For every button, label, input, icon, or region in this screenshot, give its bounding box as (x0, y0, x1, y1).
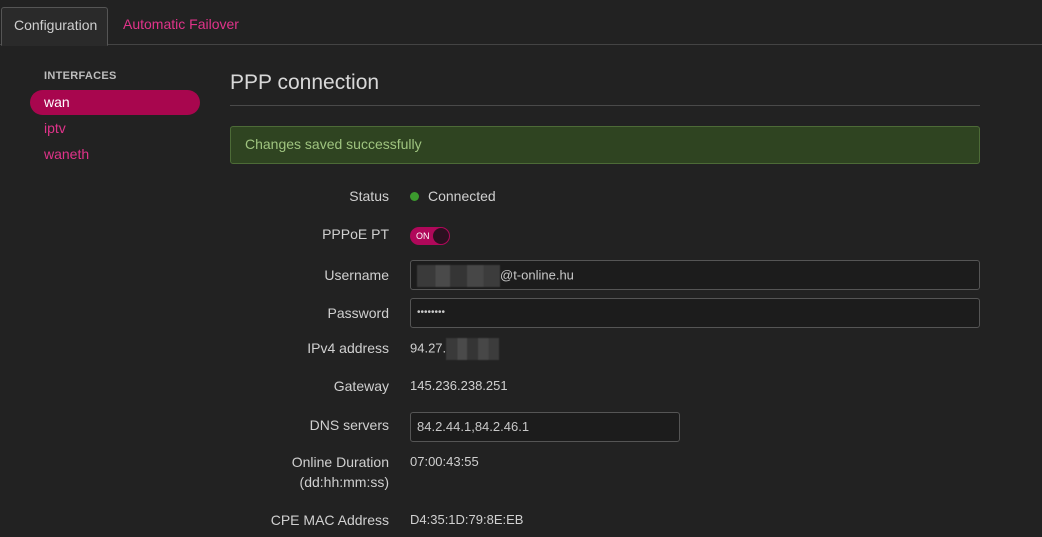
status-label: Status (349, 188, 389, 204)
duration-value: 07:00:43:55 (410, 454, 479, 469)
ipv4-value: 94.27. (410, 338, 500, 360)
status-value: Connected (410, 186, 496, 206)
tab-automatic-failover[interactable]: Automatic Failover (111, 7, 251, 46)
tab-configuration[interactable]: Configuration (1, 7, 108, 46)
mac-label: CPE MAC Address (270, 512, 389, 528)
ipv4-label: IPv4 address (307, 340, 389, 356)
success-alert: Changes saved successfully (230, 126, 980, 164)
username-label: Username (324, 267, 389, 283)
status-text: Connected (428, 188, 496, 204)
dns-label: DNS servers (309, 417, 389, 433)
pppoe-label: PPPoE PT (322, 226, 389, 242)
toggle-on-label: ON (416, 231, 430, 241)
redacted-username-image (417, 264, 500, 287)
password-label: Password (327, 305, 389, 321)
duration-label: Online Duration (dd:hh:mm:ss) (230, 452, 389, 492)
ipv4-prefix: 94.27. (410, 340, 447, 356)
password-input[interactable]: •••••••• (410, 298, 980, 328)
page-title: PPP connection (230, 70, 980, 106)
sidebar-heading: INTERFACES (44, 70, 117, 82)
main-panel: PPP connection Changes saved successfull… (230, 70, 980, 528)
interfaces-sidebar: INTERFACES wan iptv waneth (30, 70, 200, 168)
tab-bar: Configuration Automatic Failover (0, 0, 1042, 46)
mac-value: D4:35:1D:79:8E:EB (410, 512, 524, 527)
status-dot-icon (410, 192, 419, 201)
pppoe-toggle[interactable]: ON (410, 227, 450, 245)
sidebar-item-wan[interactable]: wan (30, 90, 200, 115)
duration-label-line1: Online Duration (291, 454, 389, 470)
dns-input[interactable]: 84.2.44.1,84.2.46.1 (410, 412, 680, 442)
username-suffix: @t-online.hu (500, 267, 574, 283)
gateway-value: 145.236.238.251 (410, 378, 508, 393)
toggle-knob (433, 228, 449, 244)
sidebar-item-waneth[interactable]: waneth (30, 142, 200, 167)
sidebar-item-iptv[interactable]: iptv (30, 116, 200, 141)
gateway-label: Gateway (333, 378, 389, 394)
redacted-ip-image (446, 338, 500, 360)
username-input[interactable]: @t-online.hu (410, 260, 980, 290)
duration-label-line2: (dd:hh:mm:ss) (299, 474, 389, 490)
